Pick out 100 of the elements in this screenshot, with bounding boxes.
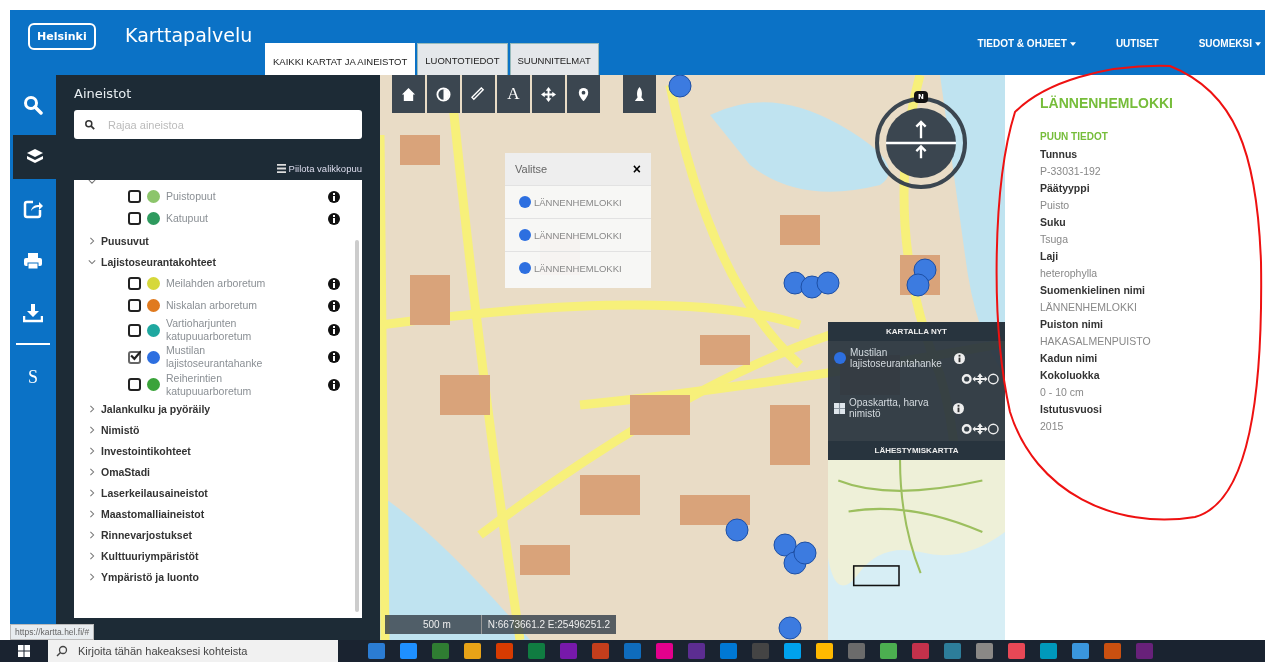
layer-group[interactable]: Nimistö (101, 424, 140, 437)
map-marker[interactable] (668, 75, 692, 98)
info-icon[interactable] (328, 378, 340, 391)
layer-group[interactable]: Kulttuuriympäristöt (101, 550, 199, 563)
layer-group[interactable]: Jalankulku ja pyöräily (101, 403, 211, 416)
popup-item[interactable]: LÄNNENHEMLOKKI (505, 185, 651, 218)
nav-link[interactable]: UUTISET (1115, 38, 1159, 49)
info-icon[interactable] (954, 352, 965, 364)
checkbox[interactable] (128, 190, 141, 203)
layer-controls-icon[interactable] (961, 423, 999, 435)
marker-cluster[interactable] (783, 271, 840, 299)
ruler-icon (471, 86, 486, 102)
contrast-icon (436, 86, 451, 102)
panel-header[interactable]: KARTALLA NYT (828, 322, 1005, 341)
field-value: 2015 (1040, 419, 1065, 434)
building-block (780, 215, 820, 245)
field-value: LÄNNENHEMLOKKI (1040, 300, 1138, 315)
marker-cluster[interactable] (773, 533, 817, 575)
layer-group[interactable]: OmaStadi (101, 466, 150, 479)
map-marker[interactable] (778, 616, 802, 640)
ruler-tool-button[interactable] (462, 75, 495, 113)
taskbar-search-field[interactable]: Kirjoita tähän hakeaksesi kohteista (48, 640, 338, 662)
tab[interactable]: KAIKKI KARTAT JA AINEISTOT (265, 43, 416, 75)
home-tool-button[interactable] (392, 75, 425, 113)
layer-group[interactable]: Rinnevarjostukset (101, 529, 193, 542)
building-block (520, 545, 570, 575)
building-block (630, 395, 690, 435)
download-icon (23, 303, 43, 323)
map-marker[interactable] (725, 518, 749, 542)
crosshair-tool-button[interactable] (532, 75, 565, 113)
compass-control[interactable] (875, 97, 967, 189)
building-block (770, 405, 810, 465)
panel-header[interactable]: LÄHESTYMISKARTTA (828, 441, 1005, 460)
layer-group[interactable]: Puusuvut (101, 234, 149, 247)
field-value: Tsuga (1040, 232, 1070, 247)
field-value: heterophylla (1040, 266, 1099, 281)
layer-name: Opaskartta, harva nimistö (849, 397, 930, 419)
layer-controls-icon[interactable] (961, 373, 999, 385)
caret-icon (1069, 41, 1076, 46)
building-block (680, 495, 750, 525)
field-value: 0 - 10 cm (1040, 385, 1085, 400)
home-icon (401, 86, 416, 102)
field-label: Laji (1040, 249, 1060, 264)
layer-group[interactable]: Laserkeilausaineistot (101, 487, 208, 500)
info-icon[interactable] (328, 299, 340, 312)
tab[interactable]: SUUNNITELMAT (509, 43, 599, 75)
layer-name: Mustilan lajistoseurantahanke (850, 347, 943, 369)
text-tool-button[interactable]: A (497, 75, 530, 113)
field-value: HAKASALMENPUISTO (1040, 334, 1152, 349)
layer-group[interactable]: Maastomalliaineistot (101, 508, 205, 521)
taskbar-search-input[interactable]: Kirjoita tähän hakeaksesi kohteista (76, 644, 330, 658)
layer-name[interactable]: Mustilan lajistoseurantahanke (166, 344, 286, 371)
field-label: Puiston nimi (1040, 317, 1104, 332)
checkbox[interactable] (128, 212, 141, 225)
checkbox[interactable] (128, 378, 141, 392)
building-block (400, 135, 440, 165)
contrast-tool-button[interactable] (427, 75, 460, 113)
scale-label: 500 m (385, 615, 482, 634)
nav-link[interactable]: SUOMEKSI (1198, 38, 1261, 49)
close-button[interactable]: × (632, 161, 641, 177)
info-icon[interactable] (328, 277, 340, 290)
info-icon[interactable] (328, 190, 340, 203)
panel-title: Aineistot (74, 86, 133, 101)
building-block (440, 375, 490, 415)
popup-item[interactable]: LÄNNENHEMLOKKI (505, 251, 651, 284)
printer-icon (23, 251, 43, 271)
status-url: https://kartta.hel.fi/# (10, 624, 95, 640)
hide-tree-link[interactable]: Piilota valikkopuu (276, 163, 362, 174)
search-icon (56, 645, 68, 657)
search-icon (84, 119, 96, 131)
marker-cluster[interactable] (906, 258, 937, 297)
info-icon[interactable] (328, 351, 340, 364)
field-label: Istutusvuosi (1040, 402, 1103, 417)
layer-group[interactable]: Investointikohteet (101, 445, 191, 458)
pin-tool-button[interactable] (567, 75, 600, 113)
search-field[interactable]: Rajaa aineistoa (74, 110, 362, 139)
field-label: Päätyyppi (1040, 181, 1091, 196)
tab[interactable]: LUONTOTIEDOT (417, 43, 508, 75)
share-icon (23, 199, 43, 219)
layers-button[interactable] (10, 135, 56, 179)
checkbox[interactable] (128, 323, 141, 337)
checkbox[interactable] (128, 277, 141, 290)
layer-group[interactable]: Lajistoseurantakohteet (101, 255, 216, 268)
info-icon[interactable] (328, 324, 340, 337)
search-icon (23, 95, 43, 115)
tool-button[interactable]: S (10, 355, 56, 399)
layer-group[interactable]: Ympäristö ja luonto (101, 571, 199, 584)
checkbox[interactable] (128, 350, 141, 364)
field-label: Tunnus (1040, 147, 1079, 162)
popup-item[interactable]: LÄNNENHEMLOKKI (505, 218, 651, 251)
building-block (700, 335, 750, 365)
feature-title: LÄNNENHEMLOKKI (1040, 95, 1174, 111)
checkbox[interactable] (128, 299, 141, 312)
rocket-tool-button[interactable] (623, 75, 656, 113)
nav-link[interactable]: TIEDOT & OHJEET (977, 38, 1076, 49)
info-icon[interactable] (953, 402, 964, 414)
field-label: Suomenkielinen nimi (1040, 283, 1147, 298)
info-icon[interactable] (328, 212, 340, 225)
helsinki-logo[interactable]: Helsinki (28, 23, 96, 50)
building-block (580, 475, 640, 515)
